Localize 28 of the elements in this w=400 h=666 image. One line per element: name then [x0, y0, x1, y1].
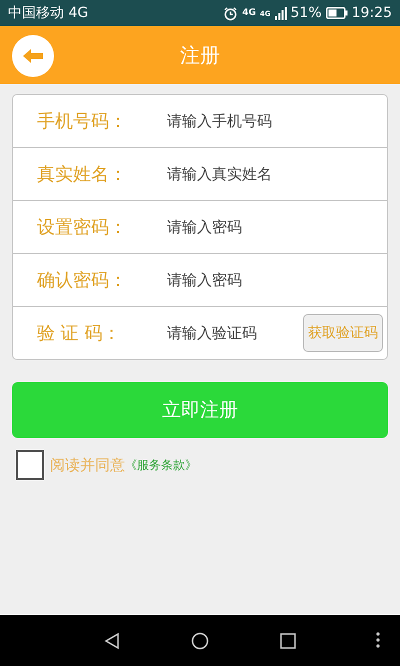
input-field[interactable]: 请输入密码 — [167, 218, 383, 236]
arrow-icon — [22, 48, 44, 64]
page-title: 注册 — [180, 42, 220, 68]
terms-link[interactable]: 《服务条款》 — [125, 456, 197, 474]
agree-text: 阅读并同意 — [50, 456, 125, 474]
signal-icon — [274, 6, 287, 20]
field-label: 真实姓名： — [37, 163, 128, 186]
field-label: 验 证 码： — [37, 322, 122, 345]
field-label: 设置密码： — [37, 216, 128, 239]
data-label: 4G — [242, 8, 256, 18]
get-code-button[interactable]: 获取验证码 — [303, 314, 383, 352]
register-button[interactable]: 立即注册 — [12, 382, 388, 438]
alarm-icon — [223, 6, 238, 20]
agree-checkbox[interactable] — [16, 450, 44, 480]
input-field[interactable]: 请输入真实姓名 — [167, 165, 383, 183]
clock-time: 19:25 — [352, 5, 392, 21]
field-label: 手机号码： — [37, 110, 128, 133]
input-field[interactable]: 请输入手机号码 — [167, 112, 383, 130]
input-field[interactable]: 请输入验证码 — [167, 324, 303, 342]
menu-icon[interactable] — [376, 632, 380, 648]
battery-icon — [326, 7, 348, 19]
input-field[interactable]: 请输入密码 — [167, 271, 383, 289]
carrier-label: 中国移动 4G — [8, 4, 88, 22]
back-icon[interactable] — [103, 632, 121, 650]
battery-percent: 51% — [290, 5, 322, 21]
home-icon[interactable] — [191, 632, 209, 650]
recent-apps-icon[interactable] — [279, 632, 297, 650]
field-label: 确认密码： — [37, 269, 128, 292]
